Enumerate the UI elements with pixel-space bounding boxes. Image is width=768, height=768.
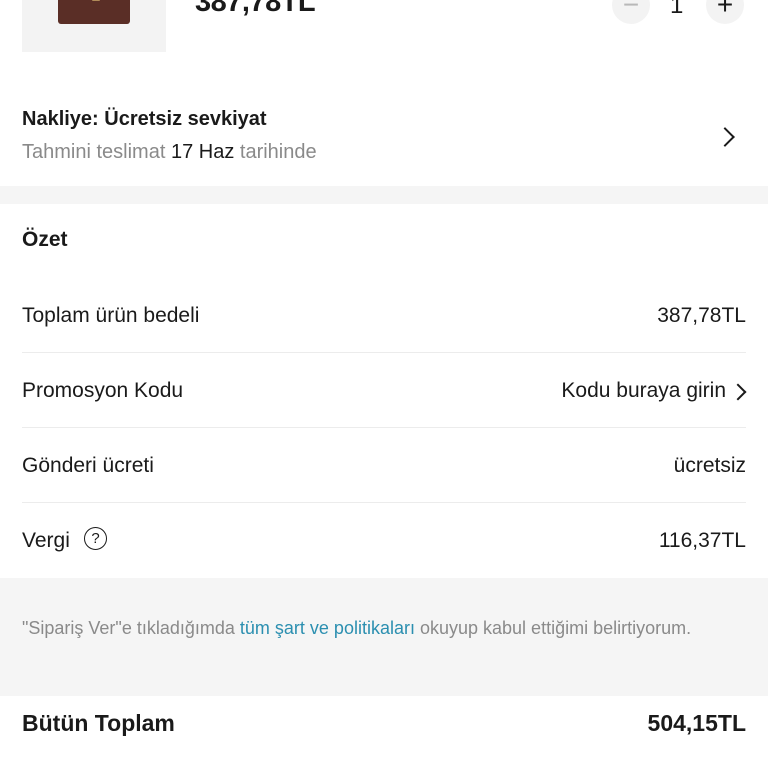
shipping-row[interactable]: Nakliye: Ücretsiz sevkiyat Tahmini tesli… [0,84,768,186]
delivery-date: 17 Haz [170,141,235,163]
tax-row: Vergi ? 116,37TL [22,503,746,577]
promo-code-row[interactable]: Promosyon Kodu Kodu buraya girin [22,353,747,428]
delivery-estimate: Tahmini teslimat 17 Haz tarihinde [22,141,317,164]
grand-total-value: 504,15TL [647,710,746,736]
product-image[interactable] [22,0,166,52]
terms-prefix: "Sipariş Ver"e tıkladığımda [22,618,235,638]
promo-code-link[interactable]: Kodu buraya girin [561,379,726,403]
bag-image [58,0,130,24]
cart-item: 387,78TL − 1 + [0,0,768,84]
terms-notice: "Sipariş Ver"e tıkladığımda tüm şart ve … [0,578,768,696]
subtotal-label: Toplam ürün bedeli [22,304,200,327]
chevron-right-icon [729,383,747,401]
tax-value: 116,37TL [658,529,746,552]
delivery-prefix: Tahmini teslimat [22,141,166,163]
chevron-right-icon [715,127,735,147]
promo-code-label: Promosyon Kodu [22,379,184,402]
order-summary: Özet Toplam ürün bedeli 387,78TL Promosy… [0,204,768,578]
increase-quantity-button[interactable]: + [706,0,744,24]
subtotal-row: Toplam ürün bedeli 387,78TL [22,278,746,353]
shipping-fee-row: Gönderi ücreti ücretsiz [22,428,746,503]
help-icon[interactable]: ? [84,527,107,550]
grand-total-row: Bütün Toplam 504,15TL [0,696,768,768]
shipping-fee-value: ücretsiz [673,454,746,477]
subtotal-value: 387,78TL [657,304,746,327]
grand-total-label: Bütün Toplam [22,710,175,736]
quantity-value: 1 [670,0,684,19]
decrease-quantity-button[interactable]: − [612,0,650,24]
terms-link[interactable]: tüm şart ve politikaları [240,618,415,638]
bag-clasp [92,0,100,1]
shipping-title: Nakliye: Ücretsiz sevkiyat [22,108,267,130]
terms-suffix: okuyup kabul ettiğimi belirtiyorum. [419,618,692,638]
section-divider [0,186,768,204]
delivery-suffix: tarihinde [239,141,317,163]
summary-title: Özet [22,228,68,251]
tax-label: Vergi [22,529,70,552]
item-price: 387,78TL [195,0,316,18]
terms-text: "Sipariş Ver"e tıkladığımda tüm şart ve … [22,614,722,642]
shipping-fee-label: Gönderi ücreti [22,454,154,477]
